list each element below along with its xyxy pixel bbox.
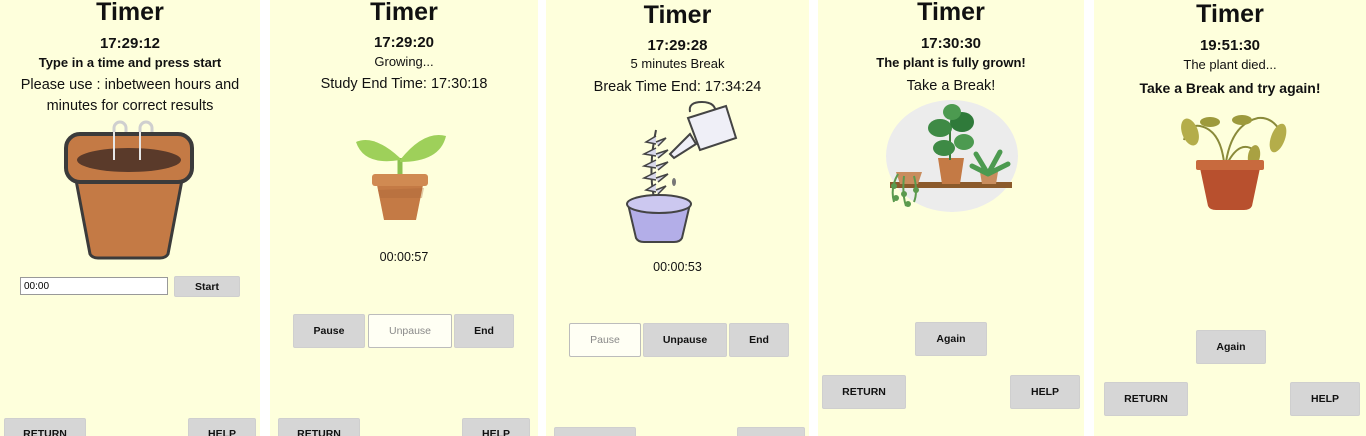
timer-screen-start: Timer 17:29:12 Type in a time and press … — [0, 0, 260, 436]
return-button[interactable] — [554, 427, 636, 436]
again-button[interactable]: Again — [1196, 330, 1266, 364]
timer-screen-grown: Timer 17:30:30 The plant is fully grown!… — [818, 0, 1084, 436]
start-button[interactable]: Start — [174, 276, 240, 297]
pause-button[interactable]: Pause — [569, 323, 641, 357]
help-button[interactable] — [737, 427, 805, 436]
sub-message: Take a Break and try again! — [1139, 80, 1321, 96]
time-input[interactable] — [20, 277, 168, 295]
grown-plants-shelf-icon — [886, 100, 1018, 212]
again-button[interactable]: Again — [915, 322, 987, 356]
unpause-button[interactable]: Unpause — [368, 314, 452, 348]
timer-screen-growing: Timer 17:29:20 Growing... Study End Time… — [270, 0, 538, 436]
sub-message: Take a Break! — [906, 78, 996, 94]
break-end-time: Break Time End: 17:34:24 — [593, 79, 762, 95]
return-button[interactable]: RETURN — [822, 375, 906, 409]
help-button[interactable]: HELP — [188, 418, 256, 436]
status-message: The plant is fully grown! — [876, 55, 1026, 70]
empty-pot-icon — [64, 120, 194, 260]
page-title: Timer — [370, 0, 438, 26]
return-button[interactable]: RETURN — [4, 418, 86, 436]
pause-button[interactable]: Pause — [293, 314, 365, 348]
unpause-button[interactable]: Unpause — [643, 323, 727, 357]
sprout-pot-icon — [356, 135, 446, 220]
status-message: The plant died... — [1183, 57, 1277, 72]
instructions-line-2: minutes for correct results — [46, 98, 214, 114]
return-button[interactable]: RETURN — [1104, 382, 1188, 416]
current-time: 17:29:20 — [373, 34, 435, 51]
current-time: 17:30:30 — [920, 35, 982, 52]
current-time: 17:29:12 — [99, 35, 161, 52]
countdown-timer: 00:00:53 — [653, 260, 702, 274]
page-title: Timer — [917, 0, 985, 26]
current-time: 17:29:28 — [647, 37, 708, 54]
end-button[interactable]: End — [729, 323, 789, 357]
wilted-plant-icon — [1181, 115, 1287, 210]
current-time: 19:51:30 — [1199, 37, 1261, 54]
help-button[interactable]: HELP — [462, 418, 530, 436]
instructions-line-1: Please use : inbetween hours and — [20, 77, 240, 93]
status-message: Growing... — [374, 54, 434, 69]
status-message: Type in a time and press start — [38, 55, 222, 70]
status-message: 5 minutes Break — [630, 56, 725, 71]
page-title: Timer — [96, 0, 164, 26]
countdown-timer: 00:00:57 — [379, 250, 429, 264]
study-end-time: Study End Time: 17:30:18 — [320, 76, 488, 92]
timer-screen-died: Timer 19:51:30 The plant died... Take a … — [1094, 0, 1366, 436]
page-title: Timer — [643, 1, 712, 29]
return-button[interactable]: RETURN — [278, 418, 360, 436]
help-button[interactable]: HELP — [1010, 375, 1080, 409]
page-title: Timer — [1196, 0, 1264, 28]
help-button[interactable]: HELP — [1290, 382, 1360, 416]
timer-screen-break: Timer 17:29:28 5 minutes Break Break Tim… — [546, 0, 809, 436]
end-button[interactable]: End — [454, 314, 514, 348]
watering-plant-icon — [626, 100, 738, 243]
